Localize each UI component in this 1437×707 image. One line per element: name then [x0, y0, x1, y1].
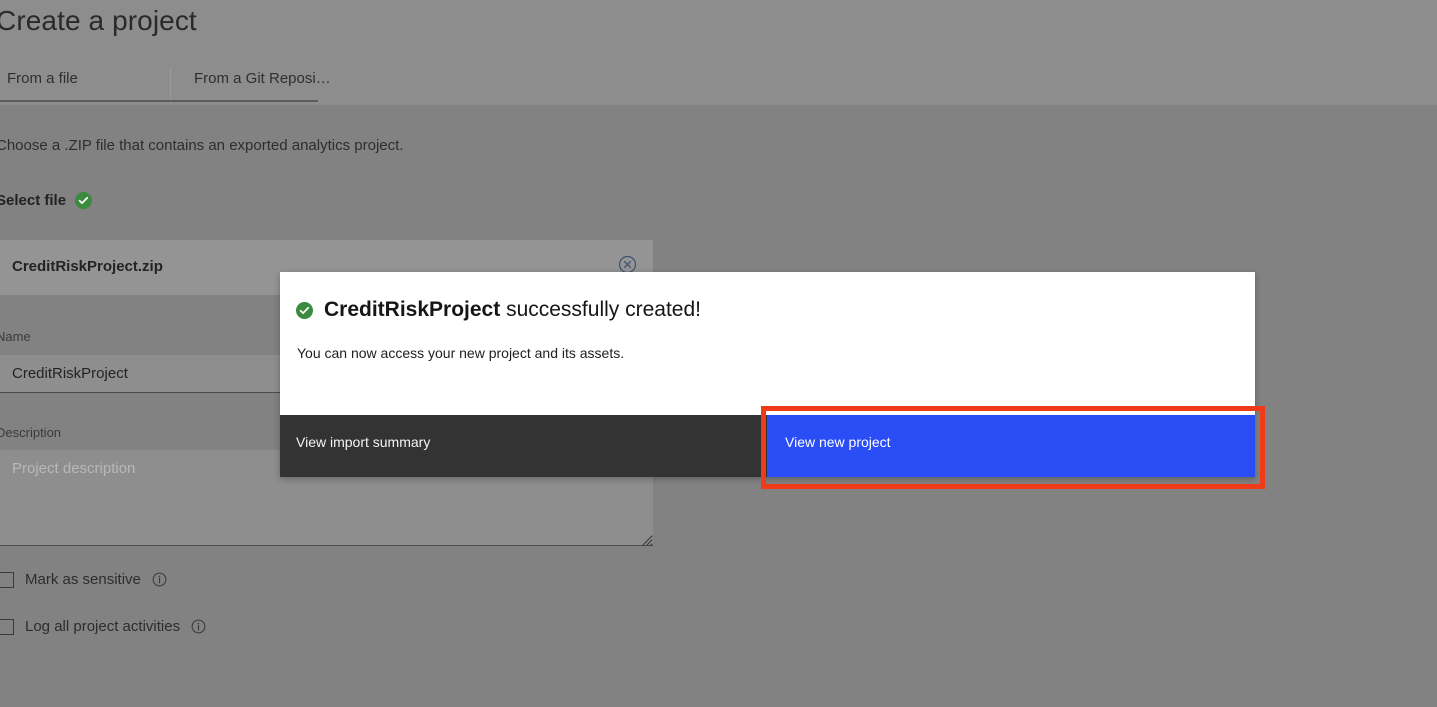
modal-subtitle: You can now access your new project and … — [297, 345, 625, 361]
checkbox-row-mark-as-sensitive[interactable]: Mark as sensitive — [0, 571, 167, 588]
check-circle-icon — [75, 192, 93, 209]
checkbox-mark-as-sensitive[interactable] — [0, 571, 14, 588]
intro-text: Choose a .ZIP file that contains an expo… — [0, 137, 404, 154]
description-field-label: Description — [0, 425, 62, 440]
checkbox-log-all-project-activities[interactable] — [0, 618, 14, 635]
create-project-page: Create a project From a file From a Git … — [0, 0, 1437, 707]
checkbox-mark-as-sensitive-label: Mark as sensitive — [25, 571, 141, 588]
tab-from-a-file[interactable]: From a file — [0, 68, 170, 103]
info-icon[interactable] — [191, 619, 206, 634]
modal-title-row: CreditRiskProject successfully created! — [296, 298, 1231, 322]
tab-list: From a file From a Git Reposi… — [0, 68, 331, 103]
modal-title-project-name: CreditRiskProject — [324, 298, 501, 321]
selected-file-name: CreditRiskProject.zip — [12, 258, 163, 275]
select-file-label: Select file — [0, 192, 67, 209]
modal-title-suffix: successfully created! — [500, 298, 701, 321]
name-field-label: Name — [0, 329, 31, 344]
success-check-icon — [296, 301, 313, 319]
checkbox-row-log-all-project-activities[interactable]: Log all project activities — [0, 618, 206, 635]
view-new-project-button[interactable]: View new project — [767, 415, 1255, 477]
view-import-summary-button[interactable]: View import summary — [280, 415, 767, 477]
modal-title: CreditRiskProject successfully created! — [324, 298, 701, 322]
select-file-heading: Select file — [0, 192, 93, 209]
tab-from-a-git-repository-label: From a Git Reposi… — [194, 70, 331, 87]
tab-from-a-git-repository[interactable]: From a Git Reposi… — [170, 68, 331, 103]
page-title: Create a project — [0, 5, 197, 36]
project-created-modal: CreditRiskProject successfully created! … — [280, 272, 1255, 477]
modal-body: CreditRiskProject successfully created! … — [280, 272, 1255, 415]
tab-underline — [0, 100, 318, 102]
modal-footer: View import summary View new project — [280, 415, 1255, 477]
tab-from-a-file-label: From a file — [7, 70, 78, 87]
info-icon[interactable] — [152, 572, 167, 587]
checkbox-log-all-project-activities-label: Log all project activities — [25, 618, 181, 635]
